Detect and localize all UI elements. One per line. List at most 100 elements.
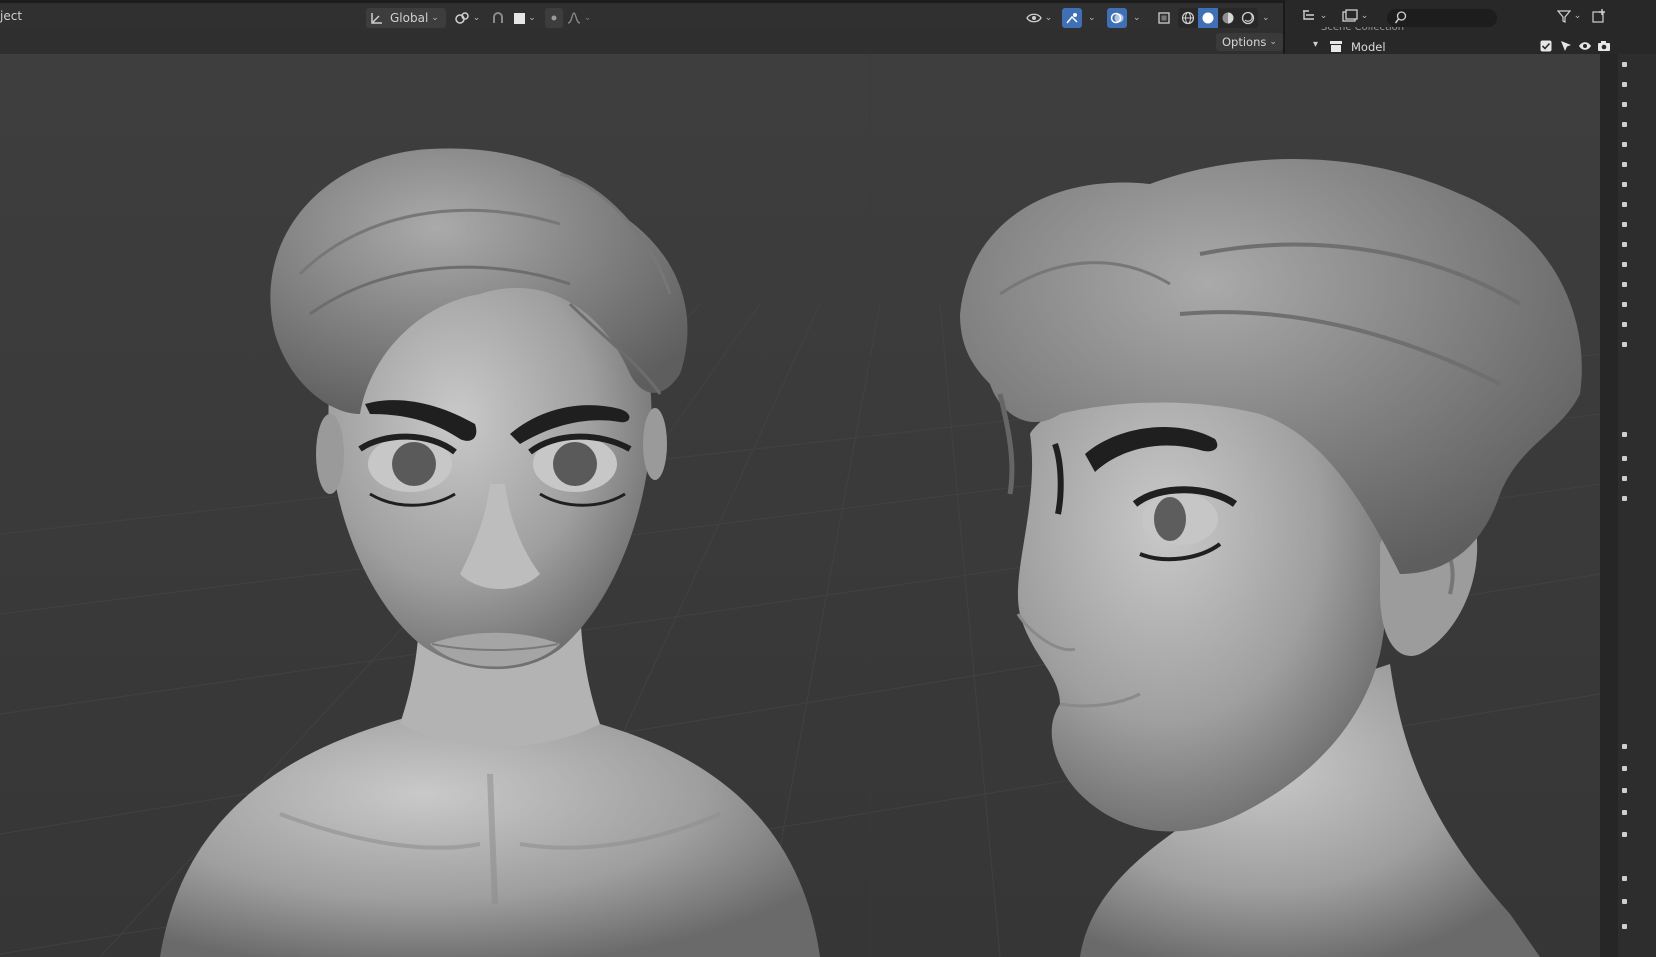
- restrict-toggle[interactable]: [1622, 62, 1627, 67]
- restrict-toggle[interactable]: [1622, 744, 1627, 749]
- outliner-display-mode-dropdown[interactable]: ⌄: [1299, 6, 1329, 26]
- restrict-toggle[interactable]: [1622, 182, 1627, 187]
- proportional-edit-group[interactable]: ⌄: [545, 7, 592, 29]
- snap-toggle[interactable]: [489, 8, 507, 28]
- model-collection-label: Model: [1351, 40, 1386, 54]
- restrict-toggle[interactable]: [1622, 162, 1627, 167]
- chevron-down-icon[interactable]: ⌄: [1262, 13, 1270, 23]
- collection-icon: [1329, 40, 1343, 53]
- select-arrow-icon[interactable]: [1560, 40, 1572, 53]
- snap-target-icon: [514, 12, 526, 24]
- chevron-down-icon: ⌄: [472, 13, 481, 23]
- properties-tab-strip[interactable]: [1618, 54, 1656, 957]
- overlay-group[interactable]: ⌄: [1107, 7, 1141, 29]
- chevron-down-icon[interactable]: ⌄: [1133, 13, 1141, 23]
- shading-rendered-button[interactable]: [1238, 8, 1258, 28]
- restrict-toggle[interactable]: [1622, 242, 1627, 247]
- gizmo-toggle[interactable]: [1062, 8, 1082, 28]
- snap-target-dropdown[interactable]: ⌄: [510, 8, 540, 28]
- shading-group[interactable]: ⌄: [1178, 7, 1270, 29]
- restrict-toggle[interactable]: [1622, 202, 1627, 207]
- restrict-toggle[interactable]: [1622, 476, 1627, 481]
- orientation-label: Global: [390, 11, 429, 25]
- gizmo-icon: [1065, 11, 1079, 25]
- outliner-display-icon: [1301, 9, 1317, 23]
- overlay-toggle[interactable]: [1107, 8, 1127, 28]
- proportional-edit-icon: [548, 12, 560, 24]
- outliner-panel: ⌄ ⌄ ⌄ Scene Collection ▾ Model: [1283, 0, 1656, 54]
- chevron-down-icon: ⌄: [583, 13, 592, 23]
- falloff-dropdown[interactable]: ⌄: [566, 8, 592, 28]
- visibility-icon: [1025, 12, 1042, 24]
- chevron-down-icon: ⌄: [1269, 37, 1277, 47]
- chevron-down-icon: ⌄: [431, 13, 439, 23]
- snap-group[interactable]: ⌄: [489, 7, 540, 29]
- restrict-toggle[interactable]: [1622, 766, 1627, 771]
- viewport-subheader: [0, 30, 1283, 54]
- shading-wireframe-button[interactable]: [1178, 8, 1198, 28]
- restrict-toggle[interactable]: [1622, 282, 1627, 287]
- restrict-toggle[interactable]: [1622, 924, 1627, 929]
- filter-icon: [1556, 9, 1571, 23]
- shading-solid-icon: [1201, 11, 1215, 25]
- restrict-toggle[interactable]: [1622, 432, 1627, 437]
- pivot-point-dropdown[interactable]: ⌄: [452, 8, 482, 28]
- xray-icon: [1157, 11, 1171, 25]
- camera-icon[interactable]: [1597, 40, 1611, 52]
- xray-group[interactable]: [1154, 7, 1174, 29]
- shading-material-button[interactable]: [1218, 8, 1238, 28]
- options-label: Options: [1222, 35, 1267, 49]
- outliner-filter-mode-dropdown[interactable]: ⌄: [1340, 6, 1370, 26]
- restrict-toggle[interactable]: [1622, 876, 1627, 881]
- checkbox-icon[interactable]: [1540, 40, 1552, 52]
- restrict-toggle[interactable]: [1622, 456, 1627, 461]
- eye-icon[interactable]: [1578, 41, 1592, 51]
- restrict-toggle[interactable]: [1622, 222, 1627, 227]
- selectability-visibility-dropdown[interactable]: ⌄: [1024, 8, 1054, 28]
- search-icon: [1394, 11, 1407, 24]
- 3d-viewport[interactable]: [0, 54, 1600, 957]
- restrict-toggle[interactable]: [1622, 496, 1627, 501]
- chevron-down-icon[interactable]: ⌄: [1088, 13, 1096, 23]
- visibility-group[interactable]: ⌄: [1024, 7, 1054, 29]
- restrict-toggle[interactable]: [1622, 810, 1627, 815]
- new-collection-icon: [1592, 9, 1606, 23]
- restrict-toggle[interactable]: [1622, 322, 1627, 327]
- restrict-toggle[interactable]: [1622, 102, 1627, 107]
- new-collection-button[interactable]: [1589, 6, 1609, 26]
- restrict-toggle[interactable]: [1622, 832, 1627, 837]
- chevron-down-icon: ⌄: [1044, 13, 1053, 23]
- chevron-down-icon: ⌄: [1360, 11, 1369, 21]
- shading-solid-button[interactable]: [1198, 8, 1218, 28]
- restrict-toggle[interactable]: [1622, 82, 1627, 87]
- outliner-search-input[interactable]: [1387, 9, 1497, 27]
- gizmo-group[interactable]: ⌄: [1062, 7, 1096, 29]
- pivot-group[interactable]: ⌄: [452, 7, 482, 29]
- restrict-toggle[interactable]: [1622, 899, 1627, 904]
- viewport-scrollbar[interactable]: [1600, 54, 1618, 957]
- restrict-toggle[interactable]: [1622, 262, 1627, 267]
- sculpt-render: [0, 54, 1600, 957]
- transform-orientation-dropdown[interactable]: Global ⌄: [366, 8, 446, 28]
- transform-orientation-group[interactable]: Global ⌄: [366, 7, 446, 29]
- snap-icon: [491, 11, 505, 25]
- outliner-filter-dropdown[interactable]: ⌄: [1554, 6, 1584, 26]
- proportional-edit-toggle[interactable]: [545, 8, 563, 28]
- restrict-toggle[interactable]: [1622, 122, 1627, 127]
- restrict-toggle[interactable]: [1622, 342, 1627, 347]
- chevron-down-icon: ⌄: [1319, 11, 1328, 21]
- mode-label[interactable]: ject: [0, 9, 22, 23]
- overlay-icon: [1110, 11, 1124, 25]
- outliner-header: ⌄ ⌄ ⌄: [1285, 3, 1656, 29]
- restrict-toggle[interactable]: [1622, 302, 1627, 307]
- viewport-header: ject Global ⌄ ⌄ ⌄ ⌄ ⌄ ⌄ ⌄ ⌄: [0, 0, 1283, 30]
- restrict-toggle[interactable]: [1622, 788, 1627, 793]
- restrict-toggle[interactable]: [1622, 142, 1627, 147]
- transform-orientation-icon: [370, 11, 384, 25]
- options-dropdown[interactable]: Options ⌄: [1216, 33, 1283, 51]
- shading-rendered-icon: [1241, 11, 1255, 25]
- scene-collection-label[interactable]: Scene Collection: [1321, 27, 1404, 33]
- shading-material-icon: [1221, 11, 1235, 25]
- expand-arrow-icon[interactable]: ▾: [1313, 39, 1318, 50]
- xray-toggle[interactable]: [1154, 8, 1174, 28]
